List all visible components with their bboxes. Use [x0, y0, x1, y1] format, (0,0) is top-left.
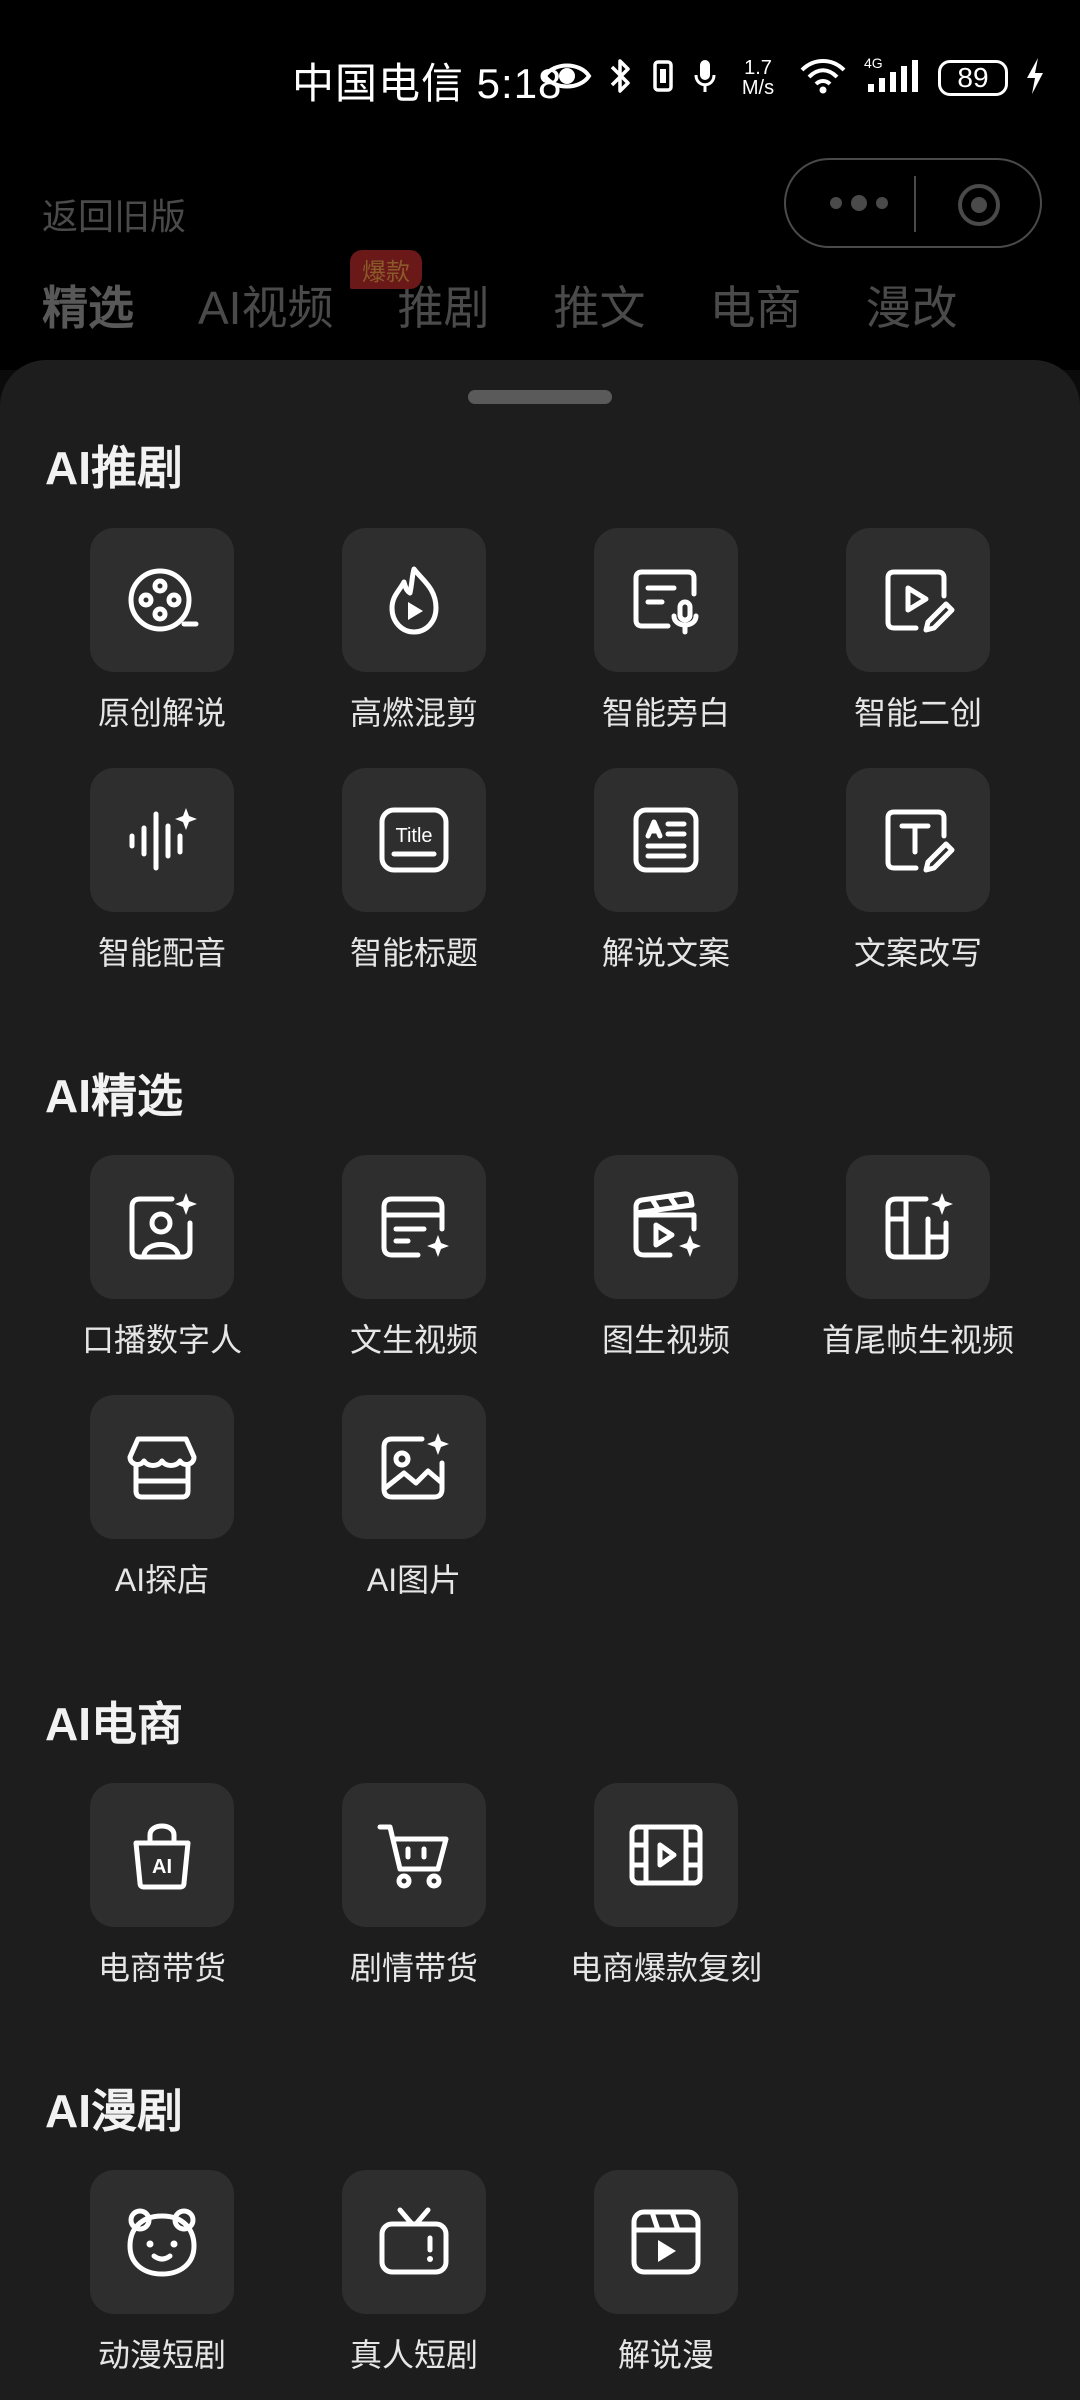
- tool-smart-remix[interactable]: 智能二创: [792, 528, 1044, 748]
- net-speed-unit: M/s: [741, 77, 775, 99]
- clapperboard-icon: [594, 2170, 738, 2314]
- bear-face-icon: [90, 2170, 234, 2314]
- narration-mic-icon: [594, 528, 738, 672]
- ai-bag-icon: AI: [90, 1783, 234, 1927]
- tool-original-commentary[interactable]: 原创解说: [36, 528, 288, 748]
- hot-badge: 爆款: [350, 250, 422, 289]
- voice-wave-icon: [90, 768, 234, 912]
- close-mini-program-icon[interactable]: [956, 182, 1002, 228]
- flame-play-icon: [342, 528, 486, 672]
- tool-ai-image[interactable]: AI图片: [288, 1395, 540, 1615]
- tool-label: 口播数字人: [81, 1322, 242, 1358]
- title-icon: Title: [342, 768, 486, 912]
- wifi-icon: [798, 56, 848, 101]
- video-edit-icon: [846, 528, 990, 672]
- text-edit-icon: [846, 768, 990, 912]
- vibrate-icon: [650, 56, 676, 101]
- tool-label: 首尾帧生视频: [821, 1322, 1014, 1358]
- tool-label: 电商带货: [97, 1950, 226, 1986]
- tool-smart-narration[interactable]: 智能旁白: [540, 528, 792, 748]
- tool-commentary-comic[interactable]: 解说漫: [540, 2170, 792, 2390]
- tool-label: 文案改写: [853, 935, 982, 971]
- section-title-ai-featured: AI精选: [45, 1070, 183, 1122]
- store-icon: [90, 1395, 234, 1539]
- tool-label: 图生视频: [601, 1322, 730, 1358]
- tool-label: 真人短剧: [349, 2337, 478, 2373]
- mini-program-capsule: [784, 158, 1042, 248]
- film-reel-icon: [90, 528, 234, 672]
- tool-ai-store-visit[interactable]: AI探店: [36, 1395, 288, 1615]
- section-title-ai-ecommerce: AI电商: [45, 1698, 183, 1750]
- tab-comic-adapt[interactable]: 漫改: [865, 272, 957, 338]
- tool-smart-dubbing[interactable]: 智能配音: [36, 768, 288, 988]
- tool-digital-human[interactable]: 口播数字人: [36, 1155, 288, 1375]
- tool-label: 智能标题: [349, 935, 478, 971]
- status-icons: 1.7 M/s 4G 89: [542, 54, 1046, 102]
- tool-label: 动漫短剧: [97, 2337, 226, 2373]
- tool-image-to-video[interactable]: 图生视频: [540, 1155, 792, 1375]
- tool-label: AI探店: [114, 1562, 210, 1598]
- image-to-video-icon: [594, 1155, 738, 1299]
- tool-label: 电商爆款复刻: [569, 1950, 762, 1986]
- tool-label: 解说文案: [601, 935, 730, 971]
- status-bar: 中国电信 5:18 1.7 M/s 4G 89: [0, 0, 1080, 150]
- mic-icon: [692, 56, 718, 101]
- net-speed-value: 1.7: [744, 57, 772, 79]
- battery-indicator: 89: [938, 60, 1008, 96]
- tool-high-energy-mix[interactable]: 高燃混剪: [288, 528, 540, 748]
- tool-label: 原创解说: [97, 695, 226, 731]
- capsule-divider: [914, 176, 916, 232]
- back-old-version-link[interactable]: 返回旧版: [42, 188, 186, 240]
- tools-bottom-sheet: AI推剧 原创解说 高燃混剪 智能旁白 智能二创 智能配音 Title 智能标题…: [0, 360, 1080, 2400]
- shopping-cart-icon: [342, 1783, 486, 1927]
- tool-smart-title[interactable]: Title 智能标题: [288, 768, 540, 988]
- document-icon: [594, 768, 738, 912]
- signal-icon: 4G: [864, 55, 922, 101]
- tool-ecommerce-selling[interactable]: AI 电商带货: [36, 1783, 288, 2003]
- tv-icon: [342, 2170, 486, 2314]
- ai-bag-text: AI: [152, 1856, 172, 1878]
- network-type-label: 4G: [864, 56, 883, 71]
- tab-featured[interactable]: 精选: [42, 272, 134, 338]
- tool-text-to-video[interactable]: 文生视频: [288, 1155, 540, 1375]
- film-strip-icon: [594, 1783, 738, 1927]
- tool-anime-short-drama[interactable]: 动漫短剧: [36, 2170, 288, 2390]
- tool-label: 高燃混剪: [349, 695, 478, 731]
- tool-hit-product-replicate[interactable]: 电商爆款复刻: [540, 1783, 792, 2003]
- eye-icon: [542, 59, 592, 98]
- tool-label: 文生视频: [349, 1322, 478, 1358]
- tool-label: 剧情带货: [349, 1950, 478, 1986]
- title-icon-text: Title: [395, 825, 432, 847]
- tool-story-selling[interactable]: 剧情带货: [288, 1783, 540, 2003]
- tool-label: AI图片: [366, 1562, 462, 1598]
- tool-commentary-copy[interactable]: 解说文案: [540, 768, 792, 988]
- tab-ai-video[interactable]: AI视频: [198, 272, 333, 338]
- tab-ecommerce[interactable]: 电商: [709, 272, 801, 338]
- net-speed: 1.7 M/s: [734, 58, 782, 98]
- section-title-ai-drama: AI推剧: [45, 442, 183, 494]
- tool-label: 智能配音: [97, 935, 226, 971]
- tool-copy-rewrite[interactable]: 文案改写: [792, 768, 1044, 988]
- tool-label: 智能旁白: [601, 695, 730, 731]
- more-icon[interactable]: [824, 188, 894, 218]
- tab-novel-promo[interactable]: 推文: [553, 272, 645, 338]
- carrier-time: 中国电信 5:18: [292, 60, 563, 107]
- tool-live-action-short-drama[interactable]: 真人短剧: [288, 2170, 540, 2390]
- frames-to-video-icon: [846, 1155, 990, 1299]
- tool-label: 智能二创: [853, 695, 982, 731]
- tool-frames-to-video[interactable]: 首尾帧生视频: [792, 1155, 1044, 1375]
- sheet-drag-handle[interactable]: [468, 390, 612, 404]
- category-tabs: 精选 AI视频 推剧 推文 电商 漫改: [42, 272, 1021, 338]
- text-to-video-icon: [342, 1155, 486, 1299]
- digital-human-icon: [90, 1155, 234, 1299]
- bluetooth-icon: [608, 56, 634, 101]
- page-header: 返回旧版 精选 AI视频 推剧 推文 电商 漫改 爆款: [0, 150, 1080, 370]
- tool-label: 解说漫: [617, 2337, 714, 2373]
- section-title-ai-comic-drama: AI漫剧: [45, 2085, 183, 2137]
- charging-icon: [1024, 56, 1046, 101]
- ai-image-icon: [342, 1395, 486, 1539]
